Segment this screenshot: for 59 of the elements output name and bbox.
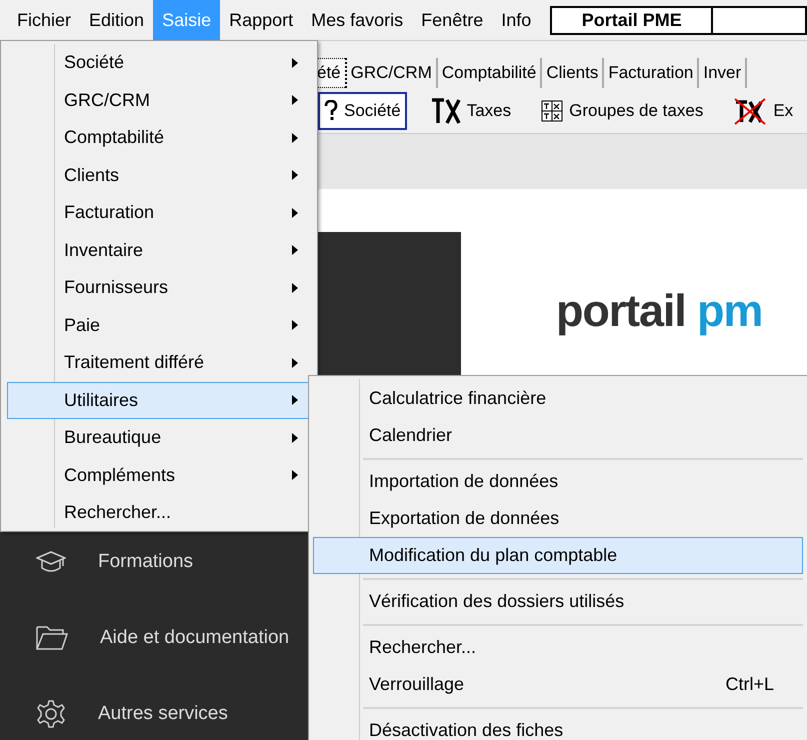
- tab[interactable]: Inver: [699, 58, 748, 88]
- submenu-arrow-icon: [292, 470, 298, 480]
- menu-item[interactable]: Verrouillage Ctrl+L: [313, 666, 803, 703]
- tx-icon: [430, 98, 461, 124]
- submenu-arrow-icon: [292, 432, 298, 443]
- menu-item[interactable]: Clients: [7, 156, 311, 194]
- menu-item[interactable]: Importation de données: [313, 463, 803, 500]
- menu-item[interactable]: Comptabilité: [7, 119, 311, 156]
- menu-item[interactable]: Traitement différé: [7, 344, 311, 382]
- toolbar-button[interactable]: Ex: [727, 92, 800, 130]
- toolbar-button[interactable]: Taxes: [424, 92, 518, 130]
- field-box[interactable]: [713, 6, 807, 34]
- tab[interactable]: Comptabilité: [438, 58, 542, 88]
- menu-bar-item[interactable]: Rapport: [220, 0, 302, 40]
- menu-item[interactable]: Compléments: [7, 456, 311, 494]
- menu-item[interactable]: Fournisseurs: [7, 269, 311, 306]
- shortcut-label: Ctrl+L: [725, 673, 774, 696]
- menu-item[interactable]: Bureautique: [7, 419, 311, 456]
- table-icon: [541, 100, 564, 122]
- tab[interactable]: GRC/CRM: [346, 58, 438, 88]
- menu-item[interactable]: GRC/CRM: [7, 82, 311, 119]
- toolbar-button[interactable]: Groupes de taxes: [535, 92, 710, 130]
- menu-item[interactable]: Exportation de données: [313, 500, 803, 537]
- portal-field[interactable]: Portail PME: [550, 6, 714, 34]
- submenu-arrow-icon: [292, 245, 298, 256]
- menu-bar-item[interactable]: Edition: [80, 0, 154, 40]
- menu-item[interactable]: Société: [7, 44, 311, 82]
- menu-item[interactable]: Désactivation des fiches: [313, 712, 803, 740]
- folder-icon: [36, 625, 68, 651]
- tab[interactable]: Facturation: [604, 58, 700, 88]
- menu-item[interactable]: Inventaire: [7, 232, 311, 269]
- crossed-tx-icon: [733, 96, 768, 124]
- menu-item[interactable]: Paie: [7, 306, 311, 344]
- submenu-arrow-icon: [292, 395, 298, 406]
- submenu-arrow-icon: [292, 170, 298, 180]
- question-icon: [324, 100, 338, 122]
- submenu-arrow-icon: [292, 95, 298, 106]
- submenu-arrow-icon: [292, 132, 298, 143]
- menu-item[interactable]: Calculatrice financière: [313, 380, 803, 417]
- portal-logo: portail pm: [556, 285, 762, 336]
- graduation-cap-icon: [36, 550, 66, 574]
- submenu-arrow-icon: [292, 58, 298, 68]
- menu-item[interactable]: Facturation: [7, 194, 311, 232]
- submenu-arrow-icon: [292, 282, 298, 293]
- menu-bar-item[interactable]: Fenêtre: [412, 0, 492, 40]
- menu-item[interactable]: Vérification des dossiers utilisés: [313, 583, 803, 620]
- menu-item[interactable]: Utilitaires: [7, 382, 311, 419]
- menu-bar-item[interactable]: Info: [492, 0, 540, 40]
- gear-icon: [36, 699, 66, 729]
- menu-bar-item[interactable]: Mes favoris: [302, 0, 412, 40]
- menu-item[interactable]: Calendrier: [313, 417, 803, 454]
- toolbar-button[interactable]: Société: [318, 92, 407, 130]
- submenu-arrow-icon: [292, 358, 298, 368]
- menu-item[interactable]: Rechercher...: [313, 629, 803, 666]
- submenu-arrow-icon: [292, 320, 298, 330]
- submenu-arrow-icon: [292, 208, 298, 218]
- menu-bar-item[interactable]: Fichier: [8, 0, 80, 40]
- tab[interactable]: Clients: [542, 58, 604, 88]
- menu-item[interactable]: Modification du plan comptable: [313, 537, 803, 574]
